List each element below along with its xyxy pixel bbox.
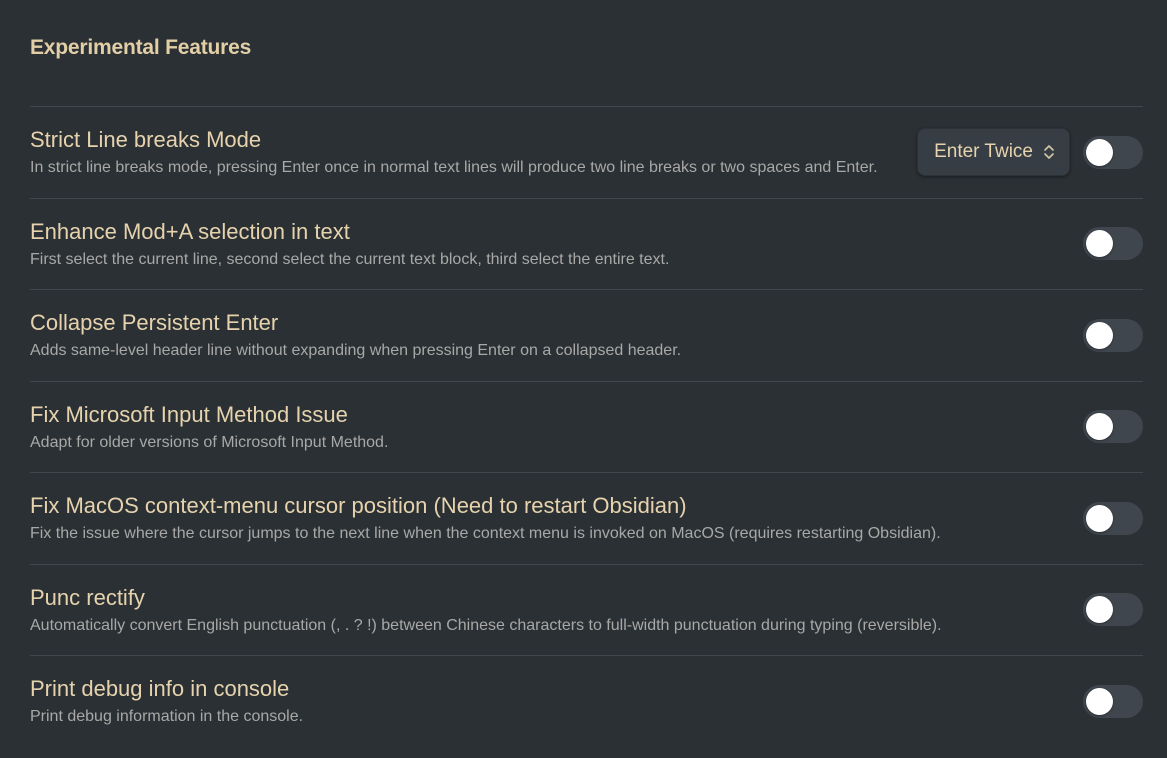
setting-controls [1083, 656, 1143, 747]
setting-controls [1083, 473, 1143, 564]
fix-microsoft-ime-toggle[interactable] [1083, 410, 1143, 444]
chevron-up-down-icon [1044, 145, 1054, 160]
setting-name: Fix MacOS context-menu cursor position (… [30, 493, 687, 518]
setting-description: In strict line breaks mode, pressing Ent… [30, 159, 878, 176]
setting-info: Strict Line breaks Mode In strict line b… [30, 126, 883, 179]
toggle-knob [1086, 321, 1113, 349]
setting-description: Adds same-level header line without expa… [30, 342, 682, 359]
settings-list: Strict Line breaks Mode In strict line b… [30, 106, 1143, 747]
toggle-knob [1086, 687, 1113, 715]
setting-fix-macos-context-menu: Fix MacOS context-menu cursor position (… [30, 472, 1143, 564]
punc-rectify-toggle[interactable] [1083, 593, 1143, 627]
setting-info: Enhance Mod+A selection in text First se… [30, 218, 883, 271]
toggle-knob [1086, 138, 1113, 166]
setting-info: Punc rectify Automatically convert Engli… [30, 584, 942, 637]
setting-info: Fix Microsoft Input Method Issue Adapt f… [30, 401, 883, 454]
setting-controls [1083, 290, 1143, 381]
fix-macos-context-menu-toggle[interactable] [1083, 501, 1143, 535]
line-break-mode-dropdown[interactable]: Enter Twice [917, 128, 1070, 177]
setting-punc-rectify: Punc rectify Automatically convert Engli… [30, 563, 1143, 656]
dropdown-value: Enter Twice [934, 141, 1033, 163]
setting-description: Automatically convert English punctuatio… [30, 616, 942, 634]
setting-description: Adapt for older versions of Microsoft In… [30, 433, 389, 451]
strict-line-breaks-toggle[interactable] [1083, 135, 1143, 169]
setting-controls [1083, 199, 1143, 290]
setting-info: Print debug info in console Print debug … [30, 675, 883, 728]
toggle-knob [1086, 504, 1113, 532]
toggle-knob [1086, 413, 1113, 441]
setting-controls [1083, 565, 1143, 656]
setting-name: Fix Microsoft Input Method Issue [30, 401, 348, 427]
setting-controls [1083, 382, 1143, 473]
setting-info: Fix MacOS context-menu cursor position (… [30, 492, 941, 545]
setting-name: Punc rectify [30, 584, 145, 610]
section-title: Experimental Features [30, 36, 252, 59]
collapse-persistent-enter-toggle[interactable] [1083, 318, 1143, 352]
toggle-knob [1086, 230, 1113, 258]
settings-page: Experimental Features Strict Line breaks… [0, 0, 1167, 758]
setting-collapse-persistent-enter: Collapse Persistent Enter Adds same-leve… [30, 289, 1143, 381]
setting-name: Print debug info in console [30, 676, 290, 701]
setting-controls: Enter Twice [917, 107, 1143, 198]
setting-name: Enhance Mod+A selection in text [30, 218, 350, 244]
setting-info: Collapse Persistent Enter Adds same-leve… [30, 309, 883, 362]
setting-name: Strict Line breaks Mode [30, 127, 262, 152]
setting-fix-microsoft-ime: Fix Microsoft Input Method Issue Adapt f… [30, 380, 1143, 473]
setting-description: Fix the issue where the cursor jumps to … [30, 525, 941, 542]
setting-description: Print debug information in the console. [30, 708, 304, 725]
setting-print-debug-info: Print debug info in console Print debug … [30, 655, 1143, 747]
toggle-knob [1086, 596, 1113, 624]
setting-description: First select the current line, second se… [30, 250, 670, 268]
enhance-mod-a-toggle[interactable] [1083, 227, 1143, 261]
setting-name: Collapse Persistent Enter [30, 310, 279, 335]
setting-strict-line-breaks: Strict Line breaks Mode In strict line b… [30, 106, 1143, 198]
setting-enhance-mod-a: Enhance Mod+A selection in text First se… [30, 197, 1143, 290]
print-debug-info-toggle[interactable] [1083, 684, 1143, 718]
